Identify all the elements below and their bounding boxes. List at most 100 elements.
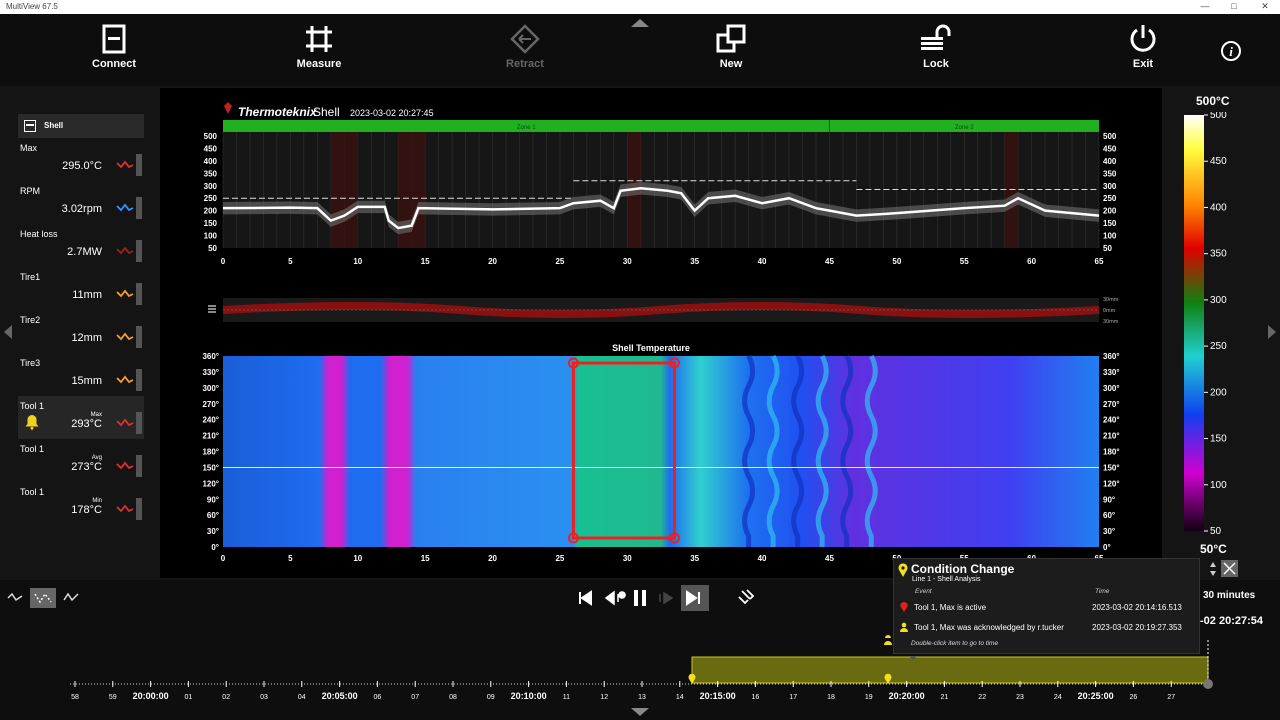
condition-change-popup[interactable]: Condition Change Line 1 - Shell Analysis… [893,558,1200,654]
brand-text: Thermoteknix [238,105,318,119]
sidebar-item-expand-tab[interactable] [136,498,142,520]
yellow-user-icon [900,622,908,632]
minimize-button[interactable]: — [1190,0,1220,12]
step-view-icon[interactable] [63,592,79,602]
sidebar-item-value: 293°C [71,418,102,430]
sidebar-item-expand-tab[interactable] [136,154,142,176]
lock-button[interactable]: Lock [891,24,981,70]
alarm-bell-icon[interactable] [24,414,40,430]
profile-x-tick: 20 [488,257,497,266]
timeline-playhead-handle[interactable] [1203,679,1213,689]
sidebar-item-expand-tab[interactable] [136,197,142,219]
scroll-right-icon[interactable] [1268,325,1276,339]
new-button[interactable]: New [686,24,776,70]
window-titlebar: MultiView 67.5 — □ ✕ [0,0,1280,14]
sidebar-item-expand-tab[interactable] [136,326,142,348]
timeline-label: 12 [600,694,608,701]
thermal-x-tick: 15 [421,554,430,563]
tire-gap-chart[interactable]: 30mm 0mm 30mm [208,297,1119,325]
popup-row-1-time: 2023-03-02 20:14:16.513 [1092,603,1182,612]
thermal-y-tick: 270° [202,400,219,409]
profile-x-tick: 5 [288,257,293,266]
timeline-label: 06 [374,694,382,701]
thermal-image[interactable] [223,356,1099,547]
maximize-button[interactable]: □ [1219,0,1249,12]
scale-down-icon[interactable] [1210,571,1216,576]
scatter-view-button[interactable] [30,588,56,608]
popup-row-2[interactable]: Tool 1, Max was acknowledged by r.tucker… [894,619,1199,637]
sidebar-item-expand-tab[interactable] [136,283,142,305]
retract-button[interactable]: Retract [480,24,570,70]
sidebar-item-label: Tire1 [20,272,41,282]
pause-icon[interactable] [634,590,638,606]
step-back-icon[interactable] [604,590,626,606]
scale-tick-label: 300 [1210,295,1227,306]
step-forward-icon[interactable] [659,591,674,605]
sidebar-item[interactable]: Max 295.0°C [18,138,144,181]
timeline-label: 17 [789,694,797,701]
playback-controls [579,585,755,611]
lock-icon [921,24,951,50]
sidebar-item[interactable]: Tire3 15mm [18,353,144,396]
sidebar-item-expand-tab[interactable] [136,369,142,391]
profile-y-tick-right: 450 [1103,144,1117,153]
sidebar-item[interactable]: Tool 1 Avg 273°C [18,439,144,482]
tire-scale-tick: 30mm [1103,319,1119,325]
collapse-down-icon[interactable] [631,708,649,716]
trend-icon [116,289,134,298]
sidebar-item-value: 3.02rpm [61,203,102,215]
sidebar-item-label: Tool 1 [20,487,45,497]
thermal-y-tick-right: 120° [1103,479,1120,488]
popup-note: Double-click item to go to time [911,640,999,647]
scroll-left-icon[interactable] [4,325,12,339]
profile-y-tick-right: 150 [1103,219,1117,228]
profile-chart[interactable]: Zone 1 Zone 2500 500450 450400 400350 350300 3… [204,120,1117,266]
thermal-y-tick-right: 0° [1103,543,1111,552]
sidebar-item[interactable]: Tire1 11mm [18,267,144,310]
info-icon[interactable]: i [1220,40,1242,62]
timeline-label: 13 [638,694,646,701]
skip-start-icon[interactable] [579,590,592,606]
shell-icon [24,120,36,132]
popup-col-event: Event [915,588,932,595]
close-window-button[interactable]: ✕ [1250,0,1280,12]
profile-y-tick-right: 50 [1103,244,1112,253]
popup-row-1[interactable]: Tool 1, Max is active 2023-03-02 20:14:1… [894,599,1199,617]
timeline-label: 59 [109,694,117,701]
scale-min-label: 50°C [1200,542,1227,556]
exit-button[interactable]: Exit [1098,24,1188,70]
sidebar-item-expand-tab[interactable] [136,412,142,434]
sidebar-item-expand-tab[interactable] [136,455,142,477]
measure-button[interactable]: Measure [274,24,364,70]
thermal-x-tick: 30 [623,554,632,563]
scale-tick-label: 400 [1210,202,1227,213]
sidebar-item[interactable]: Heat loss 2.7MW [18,224,144,267]
sidebar-item[interactable]: RPM 3.02rpm [18,181,144,224]
yellow-pin-icon [898,563,908,577]
sidebar-item[interactable]: Tool 1 Min 178°C [18,482,144,525]
thermal-x-tick: 20 [488,554,497,563]
connect-button[interactable]: Connect [69,24,159,70]
sidebar-item-expand-tab[interactable] [136,240,142,262]
link-icon[interactable] [738,589,755,605]
collapse-up-icon[interactable] [631,19,649,27]
scale-up-icon[interactable] [1210,562,1216,567]
alarm-event-span[interactable] [691,656,1209,684]
sidebar-item-label: Tire2 [20,315,41,325]
popup-col-time: Time [1095,588,1110,595]
profile-x-tick: 55 [960,257,969,266]
thermal-map[interactable]: Shell Temperature360° 360°330° 330°300° 300… [202,343,1119,563]
product-text: Shell [313,105,340,119]
timeline-label: 21 [941,694,949,701]
sidebar-item[interactable]: Tool 1 Max 293°C [18,396,144,439]
line-view-icon[interactable] [7,592,23,602]
profile-y-tick-right: 250 [1103,194,1117,203]
scale-tick-label: 150 [1210,434,1227,445]
timeline-duration[interactable]: 30 minutes [1203,590,1255,601]
profile-x-tick: 45 [825,257,834,266]
sidebar-item[interactable]: Tire2 12mm [18,310,144,353]
thermal-y-tick-right: 360° [1103,352,1120,361]
profile-x-tick: 15 [421,257,430,266]
sidebar-header[interactable]: Shell [18,114,144,138]
tire-menu-icon[interactable] [208,305,216,313]
